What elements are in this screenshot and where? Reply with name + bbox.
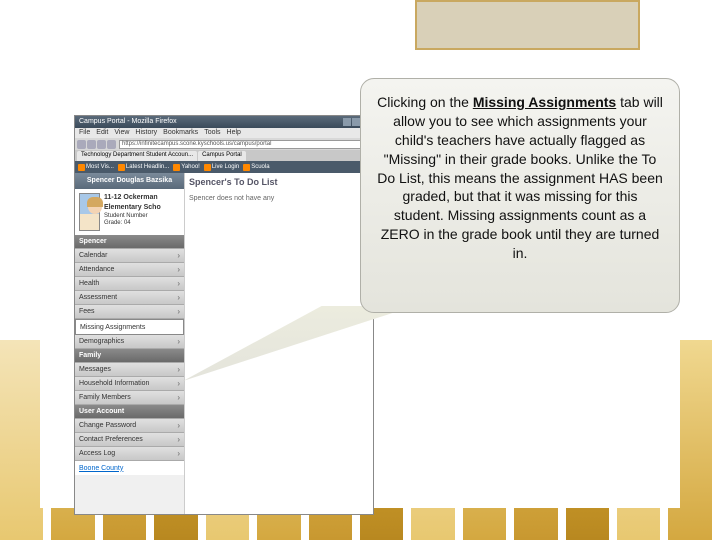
reload-button[interactable]: [97, 140, 106, 149]
sidebar-item-household[interactable]: Household Information›: [75, 377, 184, 391]
sidebar-item-assessment[interactable]: Assessment›: [75, 291, 184, 305]
chevron-right-icon: ›: [177, 307, 180, 316]
tab[interactable]: Technology Department Student Accoun...: [77, 151, 197, 161]
page-content: Spencer Douglas Bazsika 11-12 Ockerman E…: [75, 173, 373, 514]
todo-list-empty-text: Spencer does not have any: [189, 195, 369, 202]
todo-list-title: Spencer's To Do List: [189, 177, 369, 187]
chevron-right-icon: ›: [177, 279, 180, 288]
chevron-right-icon: ›: [177, 421, 180, 430]
sidebar-item-change-password[interactable]: Change Password›: [75, 419, 184, 433]
bookmark[interactable]: Most Vis...: [78, 164, 114, 171]
back-button[interactable]: [77, 140, 86, 149]
student-banner: Spencer Douglas Bazsika: [75, 173, 184, 189]
address-bar[interactable]: https://infinitecampus.scone.kyschools.u…: [119, 140, 369, 149]
sidebar-item-calendar[interactable]: Calendar›: [75, 249, 184, 263]
chevron-right-icon: ›: [177, 435, 180, 444]
callout-text-post: tab will allow you to see which assignme…: [377, 94, 663, 261]
sidebar-item-contact-preferences[interactable]: Contact Preferences›: [75, 433, 184, 447]
sidebar-item-demographics[interactable]: Demographics›: [75, 335, 184, 349]
sidebar-link-district[interactable]: Boone County: [75, 461, 184, 475]
student-number-label: Student Number: [104, 213, 180, 221]
window-titlebar: Campus Portal - Mozilla Firefox: [75, 116, 373, 128]
sidebar-item-fees[interactable]: Fees›: [75, 305, 184, 319]
student-info: 11-12 Ockerman Elementary Scho Student N…: [75, 189, 184, 235]
chevron-right-icon: ›: [177, 251, 180, 260]
nav-header-student: Spencer: [75, 235, 184, 249]
sidebar: Spencer Douglas Bazsika 11-12 Ockerman E…: [75, 173, 185, 514]
callout-text-pre: Clicking on the: [377, 94, 473, 110]
bookmark[interactable]: Live Login: [204, 164, 239, 171]
sidebar-item-messages[interactable]: Messages›: [75, 363, 184, 377]
nav-header-user-account: User Account: [75, 405, 184, 419]
chevron-right-icon: ›: [177, 449, 180, 458]
bookmarks-bar: Most Vis... Latest Headlin... Yahoo! Liv…: [75, 161, 373, 173]
slide-content: Campus Portal - Mozilla Firefox FileEdit…: [40, 78, 680, 508]
callout-bubble: Clicking on the Missing Assignments tab …: [360, 78, 680, 313]
menu-bar[interactable]: FileEditViewHistoryBookmarksToolsHelp: [75, 128, 373, 138]
bookmark[interactable]: Yahoo!: [173, 164, 200, 171]
tab-strip: Technology Department Student Accoun... …: [75, 150, 373, 161]
tab[interactable]: Campus Portal: [198, 151, 246, 161]
chevron-right-icon: ›: [177, 293, 180, 302]
chevron-right-icon: ›: [177, 265, 180, 274]
sidebar-item-family-members[interactable]: Family Members›: [75, 391, 184, 405]
bookmark[interactable]: Latest Headlin...: [118, 164, 169, 171]
student-photo: [79, 193, 100, 231]
grade-label: Grade: 04: [104, 220, 180, 228]
callout-text-bold: Missing Assignments: [473, 94, 616, 110]
sidebar-item-attendance[interactable]: Attendance›: [75, 263, 184, 277]
school-name: 11-12 Ockerman Elementary Scho: [104, 194, 161, 211]
chevron-right-icon: ›: [177, 337, 180, 346]
home-button[interactable]: [107, 140, 116, 149]
toolbar: https://infinitecampus.scone.kyschools.u…: [75, 138, 373, 150]
bookmark[interactable]: Scuola: [243, 164, 269, 171]
sidebar-item-missing-assignments[interactable]: Missing Assignments: [75, 319, 184, 335]
window-title: Campus Portal - Mozilla Firefox: [79, 118, 177, 126]
forward-button[interactable]: [87, 140, 96, 149]
sidebar-item-health[interactable]: Health›: [75, 277, 184, 291]
sidebar-item-access-log[interactable]: Access Log›: [75, 447, 184, 461]
chevron-right-icon: ›: [177, 393, 180, 402]
nav-header-family: Family: [75, 349, 184, 363]
chevron-right-icon: ›: [177, 379, 180, 388]
chevron-right-icon: ›: [177, 365, 180, 374]
title-placeholder: [415, 0, 640, 50]
